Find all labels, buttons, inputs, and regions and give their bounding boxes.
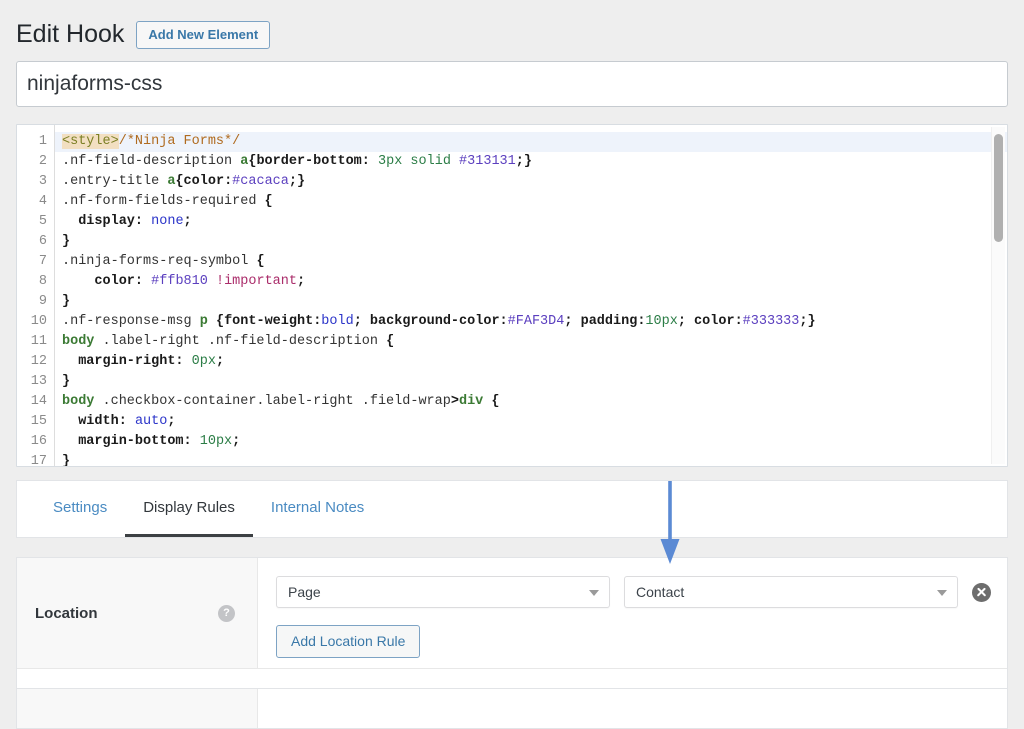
code-line: } xyxy=(55,232,1007,252)
code-line: <style>/*Ninja Forms*/ xyxy=(55,132,1007,152)
code-line: color: #ffb810 !important; xyxy=(55,272,1007,292)
page-title: Edit Hook xyxy=(16,18,124,51)
next-setting-row xyxy=(16,689,1008,729)
code-line: .ninja-forms-req-symbol { xyxy=(55,252,1007,272)
code-line: body .label-right .nf-field-description … xyxy=(55,332,1007,352)
add-location-rule-button[interactable]: Add Location Rule xyxy=(276,625,420,658)
line-number: 16 xyxy=(17,432,54,452)
add-new-element-button[interactable]: Add New Element xyxy=(136,21,270,50)
question-mark-icon[interactable]: ? xyxy=(218,605,235,622)
location-type-select-value: Page xyxy=(288,584,321,600)
tab-internal-notes[interactable]: Internal Notes xyxy=(253,481,382,537)
line-number: 10 xyxy=(17,312,54,332)
code-line: } xyxy=(55,292,1007,312)
close-circle-icon[interactable] xyxy=(972,583,991,602)
location-rule-row: Page Contact xyxy=(276,576,991,608)
code-line: display: none; xyxy=(55,212,1007,232)
code-line: margin-bottom: 10px; xyxy=(55,432,1007,452)
line-number: 5 xyxy=(17,212,54,232)
location-type-select[interactable]: Page xyxy=(276,576,610,608)
line-number: 12 xyxy=(17,352,54,372)
next-setting-fields-column xyxy=(258,689,1007,728)
tab-bar: Settings Display Rules Internal Notes xyxy=(16,480,1008,538)
line-number: 8 xyxy=(17,272,54,292)
line-number: 2 xyxy=(17,152,54,172)
line-number-gutter: 1 2 3 4 5 6 7 8 9 10 11 12 13 14 15 16 1… xyxy=(17,125,55,466)
chevron-down-icon xyxy=(937,590,947,596)
code-line: body .checkbox-container.label-right .fi… xyxy=(55,392,1007,412)
line-number: 9 xyxy=(17,292,54,312)
code-line: } xyxy=(55,372,1007,392)
editor-scrollbar-thumb[interactable] xyxy=(994,134,1003,242)
tab-display-rules[interactable]: Display Rules xyxy=(125,481,253,537)
chevron-down-icon xyxy=(589,590,599,596)
line-number: 15 xyxy=(17,412,54,432)
line-number: 7 xyxy=(17,252,54,272)
location-label: Location xyxy=(35,605,98,622)
line-number: 6 xyxy=(17,232,54,252)
code-line: width: auto; xyxy=(55,412,1007,432)
line-number: 11 xyxy=(17,332,54,352)
line-number: 3 xyxy=(17,172,54,192)
line-number: 17 xyxy=(17,452,54,467)
code-line: } xyxy=(55,452,1007,466)
code-line: .nf-form-fields-required { xyxy=(55,192,1007,212)
line-number: 14 xyxy=(17,392,54,412)
location-label-column: Location ? xyxy=(17,558,258,668)
location-setting-row: Location ? Page Contact Add Location Rul… xyxy=(17,558,1007,669)
line-number: 13 xyxy=(17,372,54,392)
line-number: 1 xyxy=(17,132,54,152)
title-field-wrapper xyxy=(0,52,1024,107)
next-setting-label-column xyxy=(17,689,258,728)
code-line: .entry-title a{color:#cacaca;} xyxy=(55,172,1007,192)
location-value-select-value: Contact xyxy=(636,584,684,600)
code-line: margin-right: 0px; xyxy=(55,352,1007,372)
line-number: 4 xyxy=(17,192,54,212)
editor-scrollbar-track[interactable] xyxy=(991,127,1005,464)
hook-title-input[interactable] xyxy=(16,61,1008,107)
page-header: Edit Hook Add New Element xyxy=(0,0,1024,52)
code-text-area[interactable]: <style>/*Ninja Forms*/ .nf-field-descrip… xyxy=(55,125,1007,466)
location-fields-column: Page Contact Add Location Rule xyxy=(258,558,1007,668)
code-editor[interactable]: 1 2 3 4 5 6 7 8 9 10 11 12 13 14 15 16 1… xyxy=(16,124,1008,467)
tab-settings[interactable]: Settings xyxy=(35,481,125,537)
display-rules-panel: Location ? Page Contact Add Location Rul… xyxy=(16,557,1008,689)
code-line: .nf-response-msg p {font-weight:bold; ba… xyxy=(55,312,1007,332)
code-line: .nf-field-description a{border-bottom: 3… xyxy=(55,152,1007,172)
location-value-select[interactable]: Contact xyxy=(624,576,958,608)
